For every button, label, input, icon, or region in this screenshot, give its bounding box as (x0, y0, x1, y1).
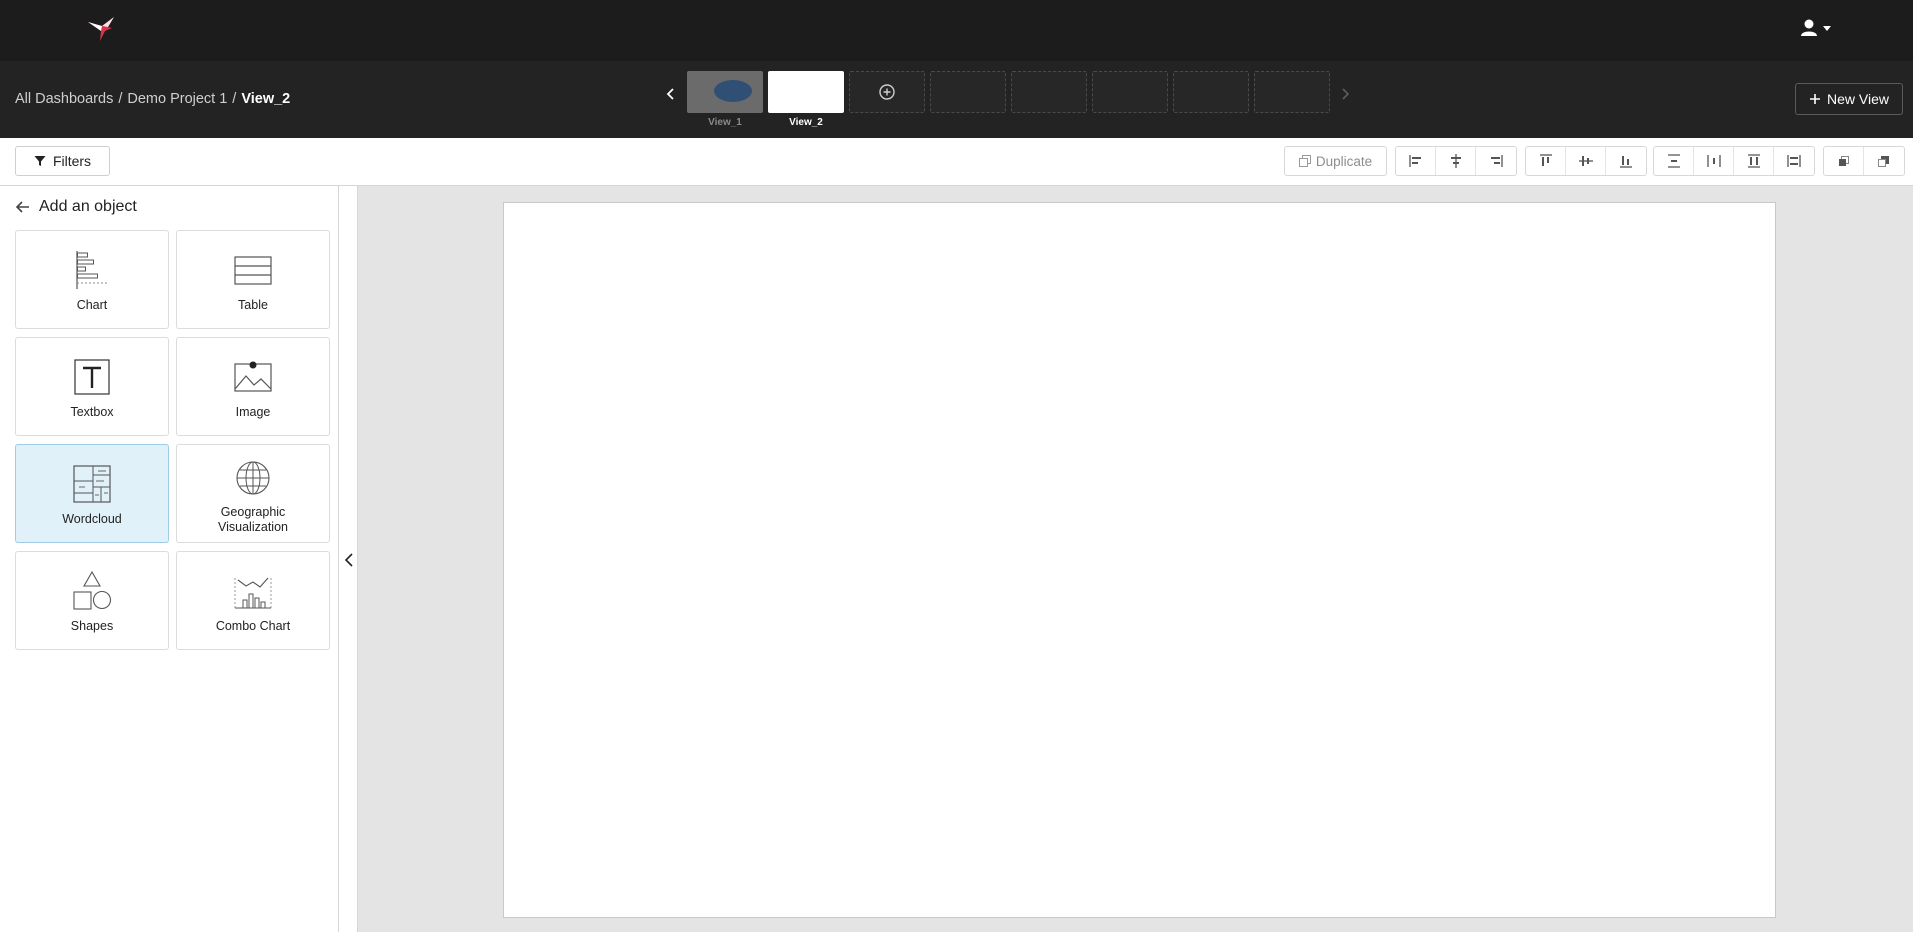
bring-to-front-button[interactable] (1824, 147, 1864, 175)
hummingbird-logo-icon[interactable] (86, 14, 118, 44)
plus-circle-icon (879, 84, 895, 100)
dashboard-canvas[interactable] (503, 202, 1776, 918)
align-bottom-icon (1620, 156, 1632, 168)
object-label: Textbox (70, 405, 114, 419)
distribute-spacing-button[interactable] (1774, 147, 1814, 175)
object-tile-combo-chart[interactable]: Combo Chart (176, 551, 330, 650)
duplicate-button[interactable]: Duplicate (1284, 146, 1387, 176)
object-label: Chart (76, 298, 108, 312)
view-bar: All Dashboards / Demo Project 1/View_2 Vie… (0, 61, 1913, 138)
distribute-horizontal-button[interactable] (1694, 147, 1734, 175)
distribute-vertical-icon (1667, 154, 1680, 168)
empty-view-slot (1173, 71, 1249, 113)
panel-collapse-strip (339, 186, 358, 932)
align-right-button[interactable] (1476, 147, 1516, 175)
caret-down-icon (1823, 26, 1831, 31)
views-next-button[interactable] (1337, 86, 1353, 102)
object-tile-shapes[interactable]: Shapes (15, 551, 169, 650)
object-tile-textbox[interactable]: Textbox (15, 337, 169, 436)
horizontal-align-group (1395, 146, 1517, 176)
chevron-left-icon (344, 553, 353, 567)
textbox-icon (74, 359, 110, 395)
breadcrumb-current-view: View_2 (241, 91, 291, 107)
new-view-button[interactable]: New View (1795, 83, 1903, 115)
add-view-slot[interactable] (849, 71, 925, 113)
new-view-label: New View (1827, 91, 1889, 107)
align-top-button[interactable] (1526, 147, 1566, 175)
arrow-left-icon (15, 201, 29, 213)
ellipse-preview-icon (714, 80, 752, 102)
align-center-horizontal-button[interactable] (1436, 147, 1476, 175)
align-center-horizontal-icon (1450, 154, 1461, 168)
vertical-align-group (1525, 146, 1647, 176)
table-icon (234, 256, 272, 285)
object-label: Geographic Visualization (218, 505, 288, 534)
distribute-spacing-icon (1787, 155, 1801, 167)
views-prev-button[interactable] (663, 86, 679, 102)
align-middle-vertical-button[interactable] (1566, 147, 1606, 175)
globe-icon (236, 461, 270, 495)
empty-view-slot (1011, 71, 1087, 113)
user-icon (1801, 19, 1831, 36)
distribute-vertical-button[interactable] (1654, 147, 1694, 175)
collapse-panel-button[interactable] (342, 552, 356, 568)
object-tile-wordcloud[interactable]: Wordcloud (15, 444, 169, 543)
distribute-top-button[interactable] (1734, 147, 1774, 175)
object-label: Table (238, 298, 268, 312)
view-thumbnail-view-1[interactable] (687, 71, 763, 113)
distribute-horizontal-icon (1706, 155, 1721, 167)
panel-title: Add an object (39, 198, 137, 215)
align-middle-vertical-icon (1578, 156, 1593, 166)
combo-chart-icon (234, 577, 272, 609)
empty-view-slot (1254, 71, 1330, 113)
view-thumbnail-view-2[interactable] (768, 71, 844, 113)
align-bottom-button[interactable] (1606, 147, 1646, 175)
align-top-icon (1539, 154, 1552, 166)
shapes-icon (73, 570, 112, 610)
view-label-view-1: View_1 (708, 117, 742, 128)
object-label: Image (235, 405, 271, 419)
object-label: Combo Chart (215, 619, 291, 633)
empty-view-slot (930, 71, 1006, 113)
chevron-right-icon (1342, 88, 1350, 100)
panel-back-button[interactable]: Add an object (15, 198, 137, 216)
filters-button[interactable]: Filters (15, 146, 110, 176)
bring-to-front-icon (1838, 156, 1849, 166)
duplicate-label: Duplicate (1315, 153, 1373, 169)
breadcrumb: All Dashboards / Demo Project 1/View_2 (15, 91, 290, 107)
object-tile-table[interactable]: Table (176, 230, 330, 329)
send-to-back-button[interactable] (1864, 147, 1904, 175)
object-label: Wordcloud (62, 512, 122, 526)
object-label: Shapes (70, 619, 114, 633)
copy-icon (1298, 155, 1311, 167)
empty-view-slot (1092, 71, 1168, 113)
top-bar (0, 0, 1913, 61)
user-menu[interactable] (1799, 17, 1835, 41)
add-object-panel: Add an object Chart Table Textbox Image … (0, 186, 339, 932)
wordcloud-icon (73, 465, 111, 503)
filters-label: Filters (52, 153, 92, 169)
breadcrumb-all-dashboards[interactable]: All Dashboards (15, 91, 113, 107)
chart-icon (76, 251, 109, 289)
align-left-button[interactable] (1396, 147, 1436, 175)
object-tile-geographic-visualization[interactable]: Geographic Visualization (176, 444, 330, 543)
send-to-back-icon (1878, 156, 1889, 167)
object-tile-image[interactable]: Image (176, 337, 330, 436)
toolbar: Filters Duplicate (0, 138, 1913, 186)
chevron-left-icon (666, 88, 674, 100)
distribute-group (1653, 146, 1815, 176)
layer-order-group (1823, 146, 1905, 176)
object-tile-chart[interactable]: Chart (15, 230, 169, 329)
filter-icon (34, 156, 46, 166)
breadcrumb-separator: / (232, 91, 237, 107)
distribute-top-icon (1747, 154, 1760, 168)
align-right-icon (1491, 155, 1503, 167)
view-label-view-2: View_2 (789, 117, 823, 128)
plus-icon (1810, 94, 1820, 104)
align-left-icon (1408, 155, 1421, 167)
canvas-area (358, 186, 1913, 932)
breadcrumb-project[interactable]: Demo Project 1 (127, 91, 227, 107)
breadcrumb-separator: / (118, 91, 123, 107)
image-icon (234, 361, 272, 392)
